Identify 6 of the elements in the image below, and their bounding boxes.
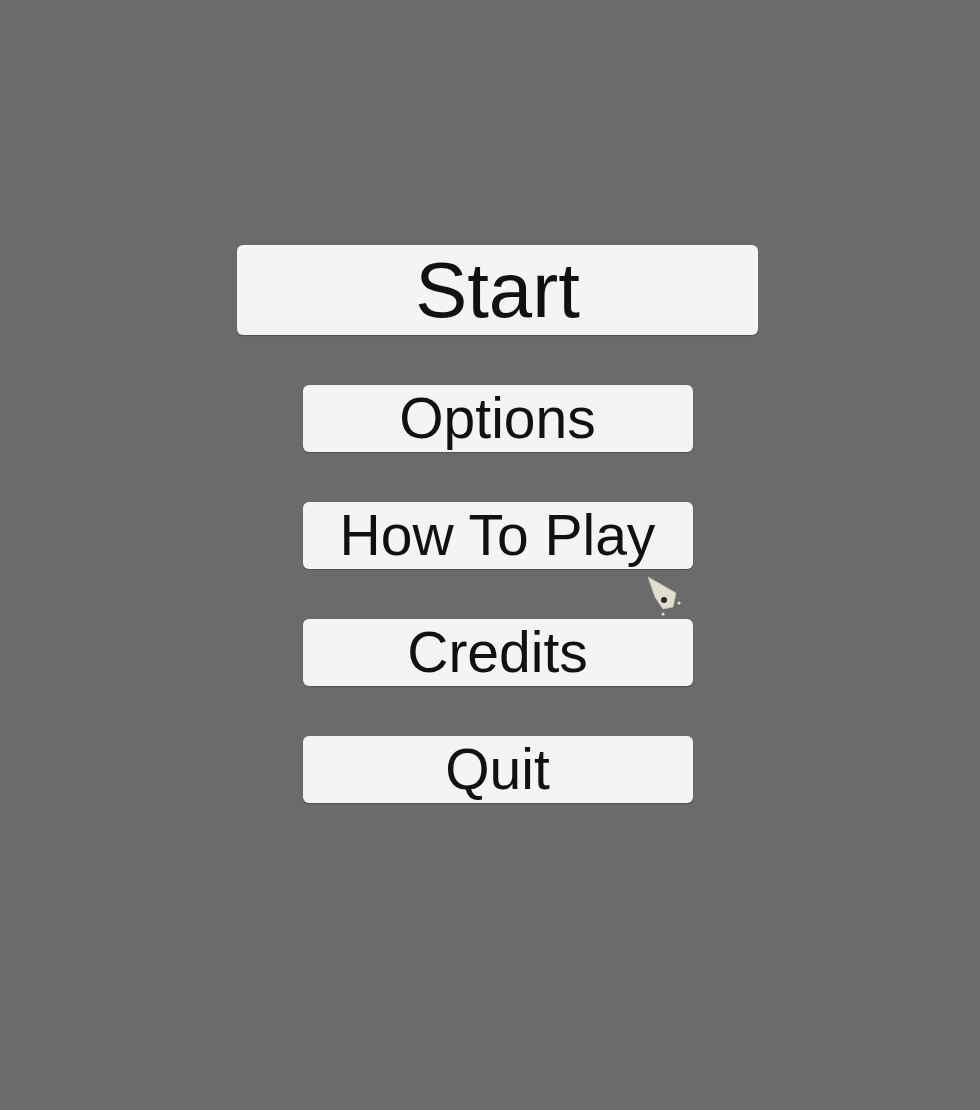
- menu-button[interactable]: Quit: [302, 736, 693, 803]
- menu-button[interactable]: Start: [237, 245, 758, 335]
- menu-button[interactable]: How To Play: [302, 502, 693, 569]
- menu-button[interactable]: Credits: [302, 619, 693, 686]
- cursor-icon: [646, 576, 682, 616]
- menu-button[interactable]: Options: [302, 385, 693, 452]
